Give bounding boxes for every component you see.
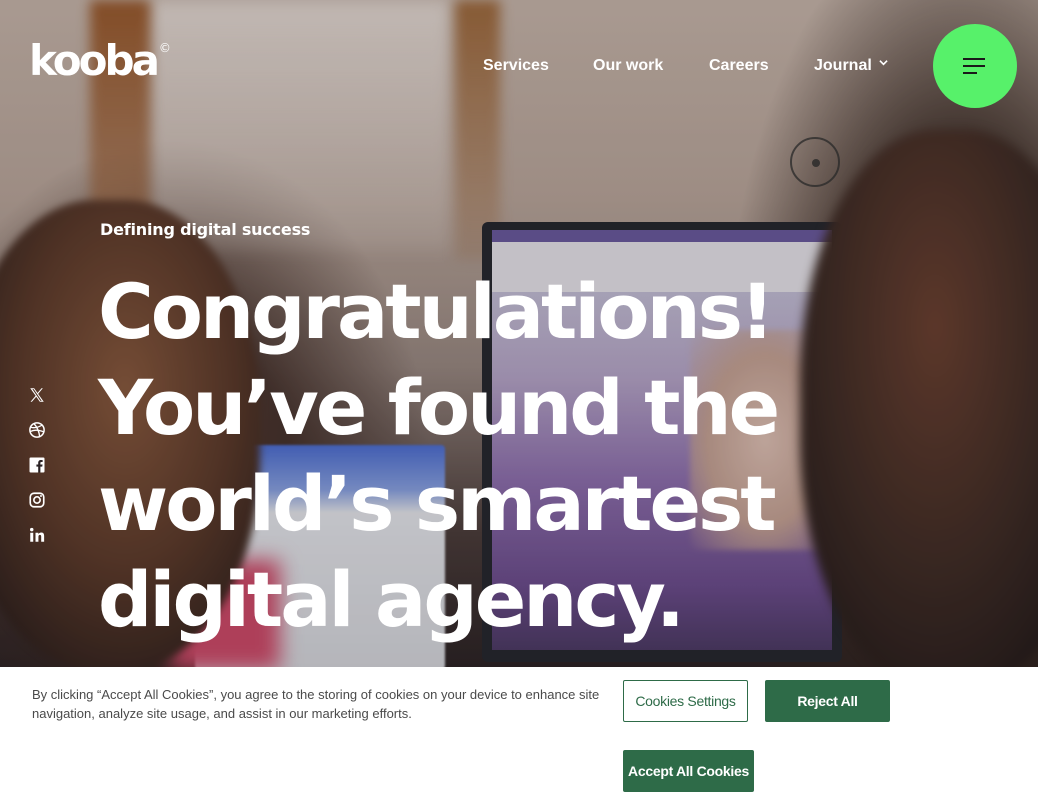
nav-item-journal-label: Journal (814, 57, 872, 74)
dribbble-icon (29, 422, 45, 438)
logo-copyright-mark: © (158, 41, 171, 55)
linkedin-icon (30, 527, 45, 542)
cookies-settings-button[interactable]: Cookies Settings (623, 680, 748, 722)
x-link[interactable] (28, 386, 46, 404)
nav-item-careers[interactable]: Careers (709, 55, 769, 77)
chevron-down-icon (879, 60, 888, 66)
instagram-icon (29, 492, 45, 508)
reject-all-button[interactable]: Reject All (765, 680, 890, 722)
main-nav: Services Our work Careers Journal (0, 55, 1038, 77)
hero-eyebrow: Defining digital success (100, 220, 311, 239)
nav-item-our-work[interactable]: Our work (593, 55, 663, 77)
social-links (28, 386, 48, 561)
headline-line: Congratulations! (98, 267, 775, 356)
facebook-icon (29, 457, 45, 473)
cookie-banner-text: By clicking “Accept All Cookies”, you ag… (32, 687, 600, 721)
nav-item-services[interactable]: Services (483, 55, 549, 77)
headline-line: digital agency. (98, 555, 685, 644)
instagram-link[interactable] (28, 491, 46, 509)
headline-line: You’ve found the (98, 363, 780, 452)
dribbble-link[interactable] (28, 421, 46, 439)
scroll-dot-icon (790, 137, 840, 187)
nav-item-journal[interactable]: Journal (814, 55, 888, 77)
x-icon (30, 388, 44, 402)
menu-button[interactable] (933, 24, 1017, 108)
accept-all-cookies-button[interactable]: Accept All Cookies (623, 750, 754, 792)
headline-line: world’s smartest (98, 459, 777, 548)
hero-headline: Congratulations! You’ve found the world’… (98, 264, 818, 648)
cookie-banner: By clicking “Accept All Cookies”, you ag… (0, 667, 1038, 805)
linkedin-link[interactable] (28, 526, 46, 544)
facebook-link[interactable] (28, 456, 46, 474)
